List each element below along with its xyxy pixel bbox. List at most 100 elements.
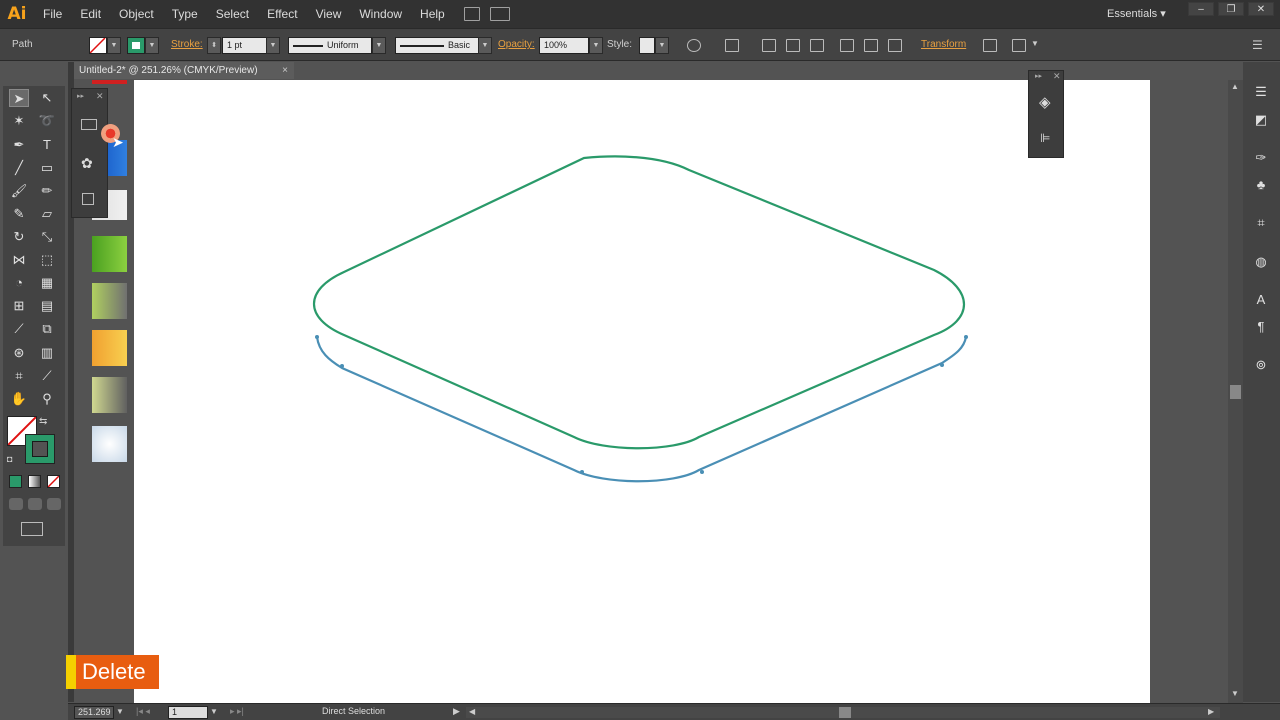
zoom-field[interactable]: 251.269 — [74, 706, 114, 719]
collapse-panel-icon[interactable]: ▸▸ — [77, 92, 84, 100]
blob-brush-icon[interactable]: ✎ — [9, 205, 29, 223]
close-tab-icon[interactable]: × — [282, 62, 288, 79]
selection-tool-icon[interactable]: ➤ — [9, 89, 29, 107]
collapse-mini-panel-icon[interactable]: ▸▸ — [1035, 72, 1042, 80]
profile-dropdown[interactable]: ▼ — [372, 37, 386, 54]
gradient-panel-icon[interactable] — [81, 119, 97, 130]
align-to-icon[interactable] — [725, 39, 739, 52]
lasso-icon[interactable]: ➰ — [37, 112, 57, 130]
zoom-dropdown-icon[interactable]: ▼ — [116, 707, 124, 716]
close-panel-icon[interactable]: ✕ — [96, 91, 104, 102]
swatch-green-gray-gradient[interactable] — [92, 283, 127, 319]
menu-effect[interactable]: Effect — [258, 0, 306, 28]
status-tool-label[interactable]: Direct Selection — [322, 706, 385, 716]
rectangle-tool-icon[interactable]: ▭ — [37, 159, 57, 177]
artboard-dropdown-icon[interactable]: ▼ — [210, 707, 218, 716]
swatch-yellow-gray-gradient[interactable] — [92, 377, 127, 413]
draw-inside-icon[interactable] — [47, 498, 61, 510]
style-dropdown[interactable]: ▼ — [655, 37, 669, 54]
menu-help[interactable]: Help — [411, 0, 454, 28]
paintbrush-icon[interactable]: 🖌 — [9, 182, 29, 200]
gradient-mode-icon[interactable] — [28, 475, 41, 488]
isolate-object-icon[interactable] — [983, 39, 997, 52]
scale-tool-icon[interactable]: ⤡ — [37, 228, 57, 246]
appearance-icon[interactable]: ◍ — [1253, 254, 1269, 270]
graph-tool-icon[interactable]: ▥ — [37, 344, 57, 362]
brush-definition[interactable]: Basic — [395, 37, 479, 54]
stroke-weight-stepper[interactable]: ⬍ — [207, 37, 221, 54]
none-mode-icon[interactable] — [47, 475, 60, 488]
menu-select[interactable]: Select — [207, 0, 258, 28]
stroke-indicator[interactable] — [25, 434, 55, 464]
align-center-icon[interactable] — [786, 39, 800, 52]
stroke-label[interactable]: Stroke: — [171, 39, 203, 50]
transparency-icon[interactable] — [82, 193, 94, 205]
align-panel-icon[interactable]: ⊫ — [1040, 131, 1050, 145]
symbols-icon[interactable]: ♣ — [1253, 177, 1269, 193]
shape-builder-icon[interactable]: ◔ — [9, 274, 29, 292]
opacity-label[interactable]: Opacity: — [498, 39, 535, 50]
mesh-tool-icon[interactable]: ⊞ — [9, 297, 29, 315]
control-panel-menu-icon[interactable]: ☰ — [1252, 38, 1263, 52]
recolor-artwork-icon[interactable] — [687, 39, 701, 52]
swap-fill-stroke-icon[interactable]: ⇆ — [39, 416, 47, 427]
color-mode-icon[interactable] — [9, 475, 22, 488]
pen-tool-icon[interactable]: ✒ — [9, 136, 29, 154]
screen-mode-icon[interactable] — [21, 522, 43, 536]
paragraph-icon[interactable]: ¶ — [1253, 319, 1269, 335]
direct-selection-tool-icon[interactable]: ↖ — [37, 89, 57, 107]
artboard[interactable] — [134, 80, 1150, 703]
pencil-icon[interactable]: ✏ — [37, 182, 57, 200]
brush-dropdown[interactable]: ▼ — [478, 37, 492, 54]
slice-tool-icon[interactable]: ⟋ — [37, 367, 57, 385]
draw-behind-icon[interactable] — [28, 498, 42, 510]
brushes-icon[interactable]: ✑ — [1253, 150, 1269, 166]
swatch-red[interactable] — [92, 80, 127, 84]
transform-link[interactable]: Transform — [921, 39, 966, 50]
type-tool-icon[interactable]: T — [37, 136, 57, 154]
artboard-tool-icon[interactable]: ⌗ — [9, 367, 29, 385]
arrange-icon[interactable] — [1012, 39, 1026, 52]
stroke-swatch[interactable] — [127, 37, 145, 54]
zoom-tool-icon[interactable]: ⚲ — [37, 390, 57, 408]
hand-tool-icon[interactable]: ✋ — [9, 390, 29, 408]
swatch-green-gradient[interactable] — [92, 236, 127, 272]
status-menu-icon[interactable]: ▶ — [453, 706, 460, 717]
pathfinder-icon[interactable]: ⊚ — [1253, 357, 1269, 373]
line-tool-icon[interactable]: ╱ — [9, 159, 29, 177]
horizontal-scrollbar[interactable]: ◀ ▶ — [466, 707, 1220, 718]
stroke-weight-field[interactable]: 1 pt — [222, 37, 267, 54]
variable-width-profile[interactable]: Uniform — [288, 37, 372, 54]
blend-tool-icon[interactable]: ⧉ — [37, 320, 57, 338]
artboard-number-field[interactable]: 1 — [168, 706, 208, 719]
eyedropper-icon[interactable]: ⟋ — [9, 320, 29, 338]
align-middle-icon[interactable] — [864, 39, 878, 52]
stroke-weight-dropdown[interactable]: ▼ — [266, 37, 280, 54]
stroke-dropdown[interactable]: ▼ — [145, 37, 159, 54]
color-panel-icon[interactable]: ◩ — [1253, 112, 1269, 128]
close-mini-panel-icon[interactable]: ✕ — [1053, 71, 1061, 82]
fill-dropdown[interactable]: ▼ — [107, 37, 121, 54]
swatch-radial-white[interactable] — [92, 426, 127, 462]
opacity-field[interactable]: 100% — [539, 37, 589, 54]
minimize-button[interactable]: – — [1188, 2, 1214, 16]
align-top-icon[interactable] — [840, 39, 854, 52]
scroll-left-icon[interactable]: ◀ — [469, 707, 475, 716]
align-left-icon[interactable] — [762, 39, 776, 52]
vertical-scrollbar[interactable]: ▲ ▼ — [1228, 80, 1243, 703]
close-window-button[interactable]: ✕ — [1248, 2, 1274, 16]
rotate-tool-icon[interactable]: ↻ — [9, 228, 29, 246]
symbol-sprayer-icon[interactable]: ⊛ — [9, 344, 29, 362]
bridge-icon[interactable] — [463, 7, 480, 21]
horizontal-scroll-thumb[interactable] — [839, 707, 851, 718]
vertical-scroll-thumb[interactable] — [1230, 385, 1241, 399]
document-tab[interactable]: Untitled-2* @ 251.26% (CMYK/Preview) × — [74, 62, 294, 79]
restore-button[interactable]: ❐ — [1218, 2, 1244, 16]
next-artboard-icon[interactable]: ▸ ▸| — [230, 706, 244, 717]
character-icon[interactable]: A — [1253, 292, 1269, 308]
draw-normal-icon[interactable] — [9, 498, 23, 510]
free-transform-icon[interactable]: ⬚ — [37, 251, 57, 269]
menu-file[interactable]: File — [34, 0, 71, 28]
artwork[interactable] — [134, 80, 1150, 703]
align-bottom-icon[interactable] — [888, 39, 902, 52]
